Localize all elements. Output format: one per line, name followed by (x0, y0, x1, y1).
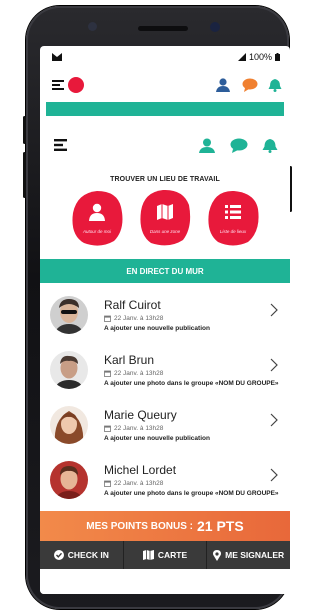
search-title: TROUVER UN LIEU DE TRAVAIL (110, 176, 220, 183)
notification-icon (52, 53, 62, 61)
feed-item[interactable]: Karl Brun 22 Janv. à 13h28 A ajouter une… (40, 342, 290, 397)
map-icon (142, 550, 154, 560)
report-location-label: ME SIGNALER (225, 550, 285, 560)
volume-down-button (23, 152, 26, 198)
top-bar (40, 68, 290, 102)
avatar (50, 350, 88, 389)
feed-item[interactable]: Marie Queury 22 Janv. à 13h28 A ajouter … (40, 397, 290, 452)
signal-icon (237, 53, 246, 61)
avatar (50, 405, 88, 444)
map-icon (157, 204, 173, 220)
wall-header: EN DIRECT DU MUR (40, 259, 290, 283)
feed-item-name: Marie Queury (104, 407, 177, 422)
feed-item-action: A ajouter une nouvelle publication (104, 324, 210, 332)
volume-up-button (23, 116, 26, 144)
calendar-icon (104, 370, 111, 377)
bonus-label: MES POINTS BONUS : (86, 520, 193, 532)
calendar-icon (104, 425, 111, 432)
battery-icon (275, 53, 280, 61)
person-icon (89, 203, 105, 221)
option-label: Liste de lieux (219, 229, 247, 234)
feed-item-date: 22 Janv. à 13h28 (114, 369, 164, 377)
chevron-right-icon[interactable] (270, 413, 278, 427)
front-sensor (88, 22, 97, 31)
option-list[interactable]: Liste de lieux (206, 189, 260, 247)
profile-icon[interactable] (216, 78, 232, 92)
bell-icon[interactable] (268, 78, 282, 92)
map-label: CARTE (157, 550, 188, 560)
feed-item-date-row: 22 Janv. à 13h28 (104, 370, 280, 377)
location-pin-icon (213, 549, 222, 561)
menu-icon (52, 80, 64, 90)
feed-item-date: 22 Janv. à 13h28 (114, 424, 164, 432)
chevron-right-icon[interactable] (270, 358, 278, 372)
option-label: Dans une zone (149, 229, 181, 234)
option-in-zone[interactable]: Dans une zone (138, 189, 192, 247)
avatar-photo (50, 460, 88, 499)
chat-icon[interactable] (242, 78, 258, 92)
feed-item[interactable]: Ralf Cuirot 22 Janv. à 13h28 A ajouter u… (40, 287, 290, 342)
secondary-toolbar (40, 122, 290, 168)
earpiece-speaker (138, 26, 188, 31)
avatar (50, 460, 88, 499)
app-logo[interactable] (52, 77, 84, 93)
battery-level: 100% (248, 52, 272, 62)
feed-item-name: Ralf Cuirot (104, 297, 161, 312)
report-location-button[interactable]: ME SIGNALER (207, 541, 290, 569)
feed-item-date-row: 22 Janv. à 13h28 (104, 480, 280, 487)
search-options: Autour de moi Dans une zone Liste de lie… (40, 189, 290, 253)
feed-item-name: Michel Lordet (104, 462, 177, 477)
feed-item-action: A ajouter une photo dans le groupe «NOM … (104, 489, 279, 497)
chevron-right-icon[interactable] (270, 303, 278, 317)
app-screen: 100% TROUVER UN LIEU DE TRAVAIL Autour d… (40, 46, 290, 594)
avatar-photo (50, 350, 88, 389)
bottom-nav: CHECK IN CARTE ME SIGNALER (40, 541, 290, 569)
list-icon (225, 205, 241, 219)
status-bar: 100% (40, 46, 290, 68)
feed-item-date: 22 Janv. à 13h28 (114, 314, 164, 322)
menu-icon[interactable] (54, 139, 68, 151)
screen-bottom (40, 569, 290, 594)
feed-item-name: Karl Brun (104, 352, 155, 367)
front-camera (210, 22, 220, 32)
chevron-right-icon[interactable] (270, 468, 278, 482)
brand-dot-icon (68, 77, 84, 93)
chat-icon[interactable] (230, 138, 248, 153)
check-circle-icon (53, 550, 64, 560)
bell-icon[interactable] (262, 138, 278, 153)
option-around-me[interactable]: Autour de moi (70, 189, 124, 247)
bonus-points-banner[interactable]: MES POINTS BONUS : 21 PTS (40, 511, 290, 541)
avatar-photo (50, 405, 88, 444)
feed-item-action: A ajouter une photo dans le groupe «NOM … (104, 379, 279, 387)
feed-list: Ralf Cuirot 22 Janv. à 13h28 A ajouter u… (40, 287, 290, 507)
header-accent-bar (46, 102, 284, 116)
calendar-icon (104, 315, 111, 322)
feed-item[interactable]: Michel Lordet 22 Janv. à 13h28 A ajouter… (40, 452, 290, 507)
option-label: Autour de moi (82, 229, 111, 234)
check-in-button[interactable]: CHECK IN (40, 541, 124, 569)
feed-item-date: 22 Janv. à 13h28 (114, 479, 164, 487)
avatar-photo (50, 295, 88, 334)
avatar (50, 295, 88, 334)
calendar-icon (104, 480, 111, 487)
feed-item-date-row: 22 Janv. à 13h28 (104, 315, 280, 322)
profile-icon[interactable] (198, 138, 216, 153)
bonus-value: 21 PTS (196, 518, 244, 534)
check-in-label: CHECK IN (67, 550, 109, 560)
map-button[interactable]: CARTE (124, 541, 208, 569)
feed-item-action: A ajouter une nouvelle publication (104, 434, 210, 442)
feed-item-date-row: 22 Janv. à 13h28 (104, 425, 280, 432)
